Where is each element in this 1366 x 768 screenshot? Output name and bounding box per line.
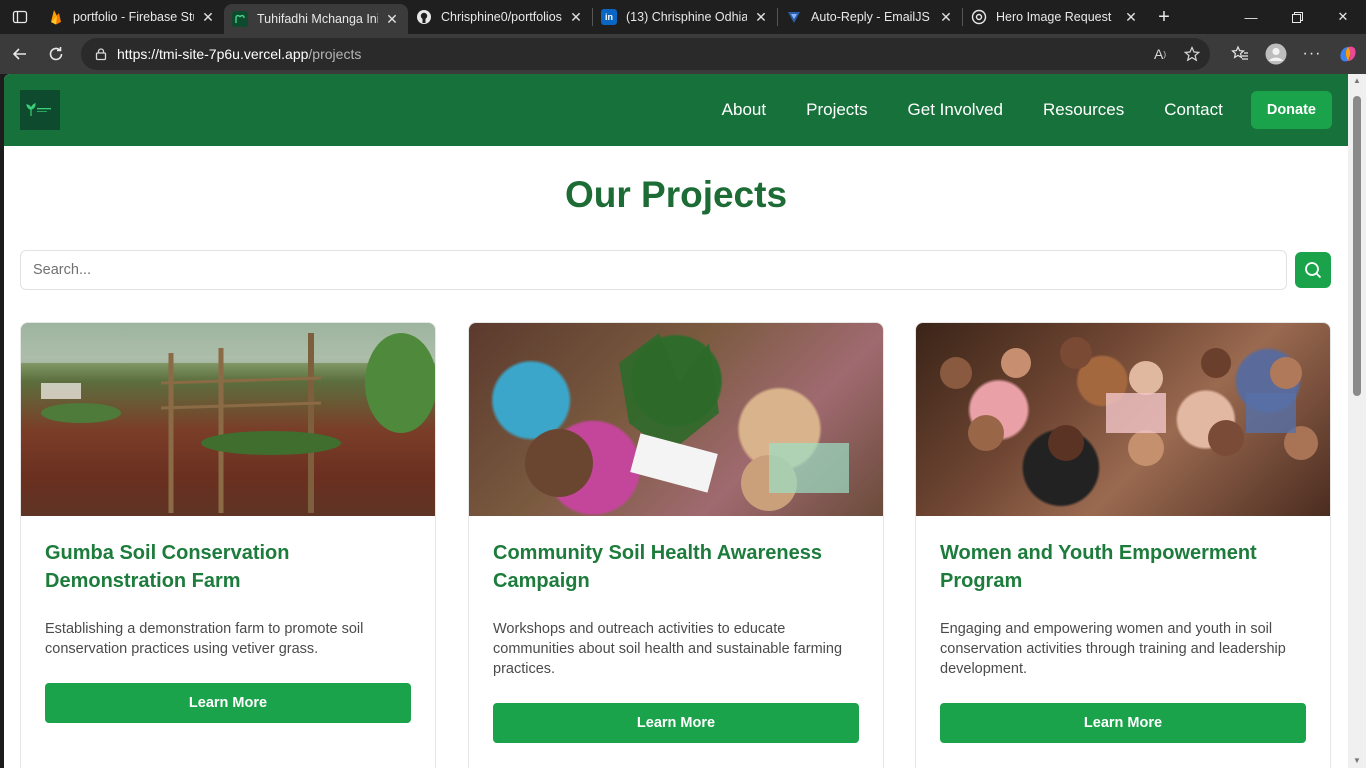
- close-tab-icon[interactable]: ✕: [200, 9, 216, 25]
- card-title: Community Soil Health Awareness Campaign: [493, 542, 822, 592]
- more-icon: ···: [1302, 45, 1322, 62]
- window-controls: — ✕: [1228, 0, 1366, 34]
- new-tab-button[interactable]: +: [1147, 0, 1181, 34]
- copilot-button[interactable]: [1330, 36, 1366, 72]
- plus-icon: +: [1158, 5, 1170, 28]
- tab-actions-icon: [12, 10, 28, 24]
- tab-title: (13) Chrisphine Odhiam: [626, 10, 747, 24]
- restore-icon: [1291, 11, 1303, 23]
- card-title: Gumba Soil Conservation Demonstration Fa…: [45, 542, 290, 592]
- back-arrow-icon: [12, 48, 26, 60]
- browser-tab[interactable]: in (13) Chrisphine Odhiam ✕: [593, 0, 777, 34]
- back-button[interactable]: [2, 36, 38, 72]
- learn-more-button[interactable]: Learn More: [940, 703, 1306, 743]
- emailjs-icon: [786, 9, 802, 25]
- tab-title: portfolio - Firebase Stu: [73, 10, 194, 24]
- address-bar-actions: A): [1150, 38, 1202, 70]
- browser-toolbar-right: ···: [1222, 34, 1366, 74]
- card-description: Engaging and empowering women and youth …: [940, 621, 1286, 677]
- project-image-group-photo: [916, 323, 1330, 516]
- project-image-children-planting: [469, 323, 883, 516]
- browser-toolbar: https://tmi-site-7p6u.vercel.app/project…: [0, 34, 1366, 74]
- scroll-down-icon[interactable]: ▼: [1352, 756, 1362, 766]
- refresh-button[interactable]: [38, 36, 74, 72]
- scroll-up-icon[interactable]: ▲: [1352, 76, 1362, 86]
- nav-get-involved[interactable]: Get Involved: [908, 100, 1003, 120]
- linkedin-icon: in: [601, 9, 617, 25]
- favorites-icon: [1231, 45, 1248, 60]
- search-button[interactable]: [1295, 252, 1331, 288]
- site-info-icon[interactable]: [93, 46, 109, 62]
- page-scrollbar[interactable]: ▲ ▼: [1348, 74, 1366, 768]
- project-card: Community Soil Health Awareness Campaign…: [468, 322, 884, 768]
- site-favicon: [232, 11, 248, 27]
- project-card: Women and Youth Empowerment Program Enga…: [915, 322, 1331, 768]
- favorites-button[interactable]: [1222, 36, 1258, 72]
- minimize-icon: —: [1244, 9, 1258, 25]
- browser-tab[interactable]: portfolio - Firebase Stu ✕: [40, 0, 224, 34]
- card-title: Women and Youth Empowerment Program: [940, 542, 1257, 592]
- nav-about[interactable]: About: [722, 100, 766, 120]
- scrollbar-thumb[interactable]: [1353, 96, 1361, 396]
- page-title: Our Projects: [564, 174, 788, 215]
- tab-actions-button[interactable]: [0, 0, 40, 34]
- url-host: https://tmi-site-7p6u.vercel.app: [117, 46, 309, 62]
- openai-icon: [971, 9, 987, 25]
- nav-contact[interactable]: Contact: [1164, 100, 1223, 120]
- minimize-button[interactable]: —: [1228, 0, 1274, 34]
- leaf-logo-icon: [26, 103, 51, 116]
- browser-tab-strip: portfolio - Firebase Stu ✕ Tuhifadhi Mch…: [0, 0, 1366, 34]
- firebase-icon: [48, 9, 64, 25]
- close-window-button[interactable]: ✕: [1320, 0, 1366, 34]
- settings-more-button[interactable]: ···: [1294, 36, 1330, 72]
- close-tab-icon[interactable]: ✕: [938, 9, 954, 25]
- learn-more-button[interactable]: Learn More: [493, 703, 859, 743]
- refresh-icon: [49, 47, 63, 61]
- url-path: /projects: [308, 46, 362, 62]
- search-icon: [1305, 262, 1322, 279]
- search-input[interactable]: [20, 250, 1287, 290]
- close-tab-icon[interactable]: ✕: [753, 9, 769, 25]
- donate-button[interactable]: Donate: [1250, 91, 1332, 129]
- project-card: Gumba Soil Conservation Demonstration Fa…: [20, 322, 436, 768]
- site-header: About Projects Get Involved Resources Co…: [4, 74, 1348, 146]
- profile-avatar-icon: [1265, 43, 1287, 65]
- browser-tab[interactable]: Chrisphine0/portfolios ✕: [408, 0, 592, 34]
- favorite-star-icon[interactable]: [1182, 44, 1202, 64]
- close-tab-icon[interactable]: ✕: [1123, 9, 1139, 25]
- browser-tab[interactable]: Auto-Reply - EmailJS ✕: [778, 0, 962, 34]
- address-bar[interactable]: https://tmi-site-7p6u.vercel.app/project…: [81, 38, 1210, 70]
- tab-title: Hero Image Request: [996, 10, 1112, 24]
- close-tab-icon[interactable]: ✕: [568, 9, 584, 25]
- browser-tab-active[interactable]: Tuhifadhi Mchanga Init ✕: [224, 4, 408, 34]
- profile-button[interactable]: [1258, 36, 1294, 72]
- read-aloud-icon[interactable]: A): [1150, 44, 1170, 64]
- tab-title: Tuhifadhi Mchanga Init: [257, 12, 378, 26]
- nav-resources[interactable]: Resources: [1043, 100, 1124, 120]
- page-viewport: About Projects Get Involved Resources Co…: [4, 74, 1348, 768]
- main-nav: About Projects Get Involved Resources Co…: [722, 90, 1332, 130]
- tab-title: Chrisphine0/portfolios: [441, 10, 562, 24]
- github-icon: [416, 9, 432, 25]
- close-icon: ✕: [1337, 9, 1349, 24]
- tab-title: Auto-Reply - EmailJS: [811, 10, 930, 24]
- card-description: Establishing a demonstration farm to pro…: [45, 621, 364, 657]
- card-description: Workshops and outreach activities to edu…: [493, 621, 843, 677]
- nav-projects[interactable]: Projects: [806, 100, 867, 120]
- site-logo[interactable]: [20, 90, 60, 130]
- browser-tab[interactable]: Hero Image Request ✕: [963, 0, 1147, 34]
- project-image-farm: [21, 323, 435, 516]
- copilot-icon: [1340, 46, 1356, 62]
- learn-more-button[interactable]: Learn More: [45, 683, 411, 723]
- close-tab-icon[interactable]: ✕: [384, 11, 400, 27]
- restore-button[interactable]: [1274, 0, 1320, 34]
